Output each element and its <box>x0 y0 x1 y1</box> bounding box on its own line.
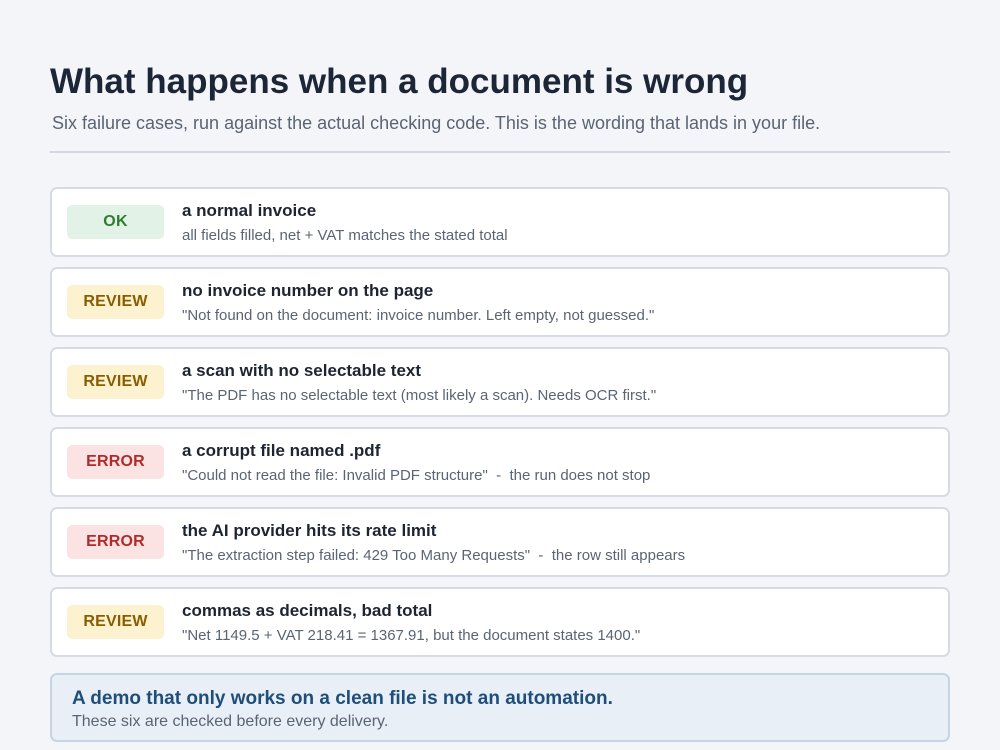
case-title: no invoice number on the page <box>182 281 434 300</box>
case-title: a scan with no selectable text <box>182 361 422 380</box>
case-row: ERROR the AI provider hits its rate limi… <box>50 507 950 577</box>
case-detail: all fields filled, net + VAT matches the… <box>182 227 508 244</box>
case-detail: "Net 1149.5 + VAT 218.41 = 1367.91, but … <box>182 627 641 644</box>
case-detail: "Could not read the file: Invalid PDF st… <box>182 467 651 484</box>
status-badge-review: REVIEW <box>67 285 164 319</box>
status-badge-ok: OK <box>67 205 164 239</box>
callout-title: A demo that only works on a clean file i… <box>72 688 613 709</box>
case-row: OK a normal invoice all fields filled, n… <box>50 187 950 257</box>
status-badge-review: REVIEW <box>67 365 164 399</box>
page-subtitle: Six failure cases, run against the actua… <box>52 113 821 133</box>
page-title: What happens when a document is wrong <box>50 62 749 101</box>
header-divider <box>50 151 950 153</box>
case-row: ERROR a corrupt file named .pdf "Could n… <box>50 427 950 497</box>
callout-text: These six are checked before every deliv… <box>72 713 389 730</box>
case-title: a normal invoice <box>182 201 317 220</box>
case-detail: "The PDF has no selectable text (most li… <box>182 387 657 404</box>
case-title: a corrupt file named .pdf <box>182 441 381 460</box>
case-row: REVIEW no invoice number on the page "No… <box>50 267 950 337</box>
case-detail: "Not found on the document: invoice numb… <box>182 307 655 324</box>
case-title: commas as decimals, bad total <box>182 601 433 620</box>
case-row: REVIEW a scan with no selectable text "T… <box>50 347 950 417</box>
status-badge-error: ERROR <box>67 525 164 559</box>
status-badge-error: ERROR <box>67 445 164 479</box>
case-title: the AI provider hits its rate limit <box>182 521 437 540</box>
case-row: REVIEW commas as decimals, bad total "Ne… <box>50 587 950 657</box>
status-badge-review: REVIEW <box>67 605 164 639</box>
case-detail: "The extraction step failed: 429 Too Man… <box>182 547 686 564</box>
summary-callout: A demo that only works on a clean file i… <box>50 673 950 742</box>
